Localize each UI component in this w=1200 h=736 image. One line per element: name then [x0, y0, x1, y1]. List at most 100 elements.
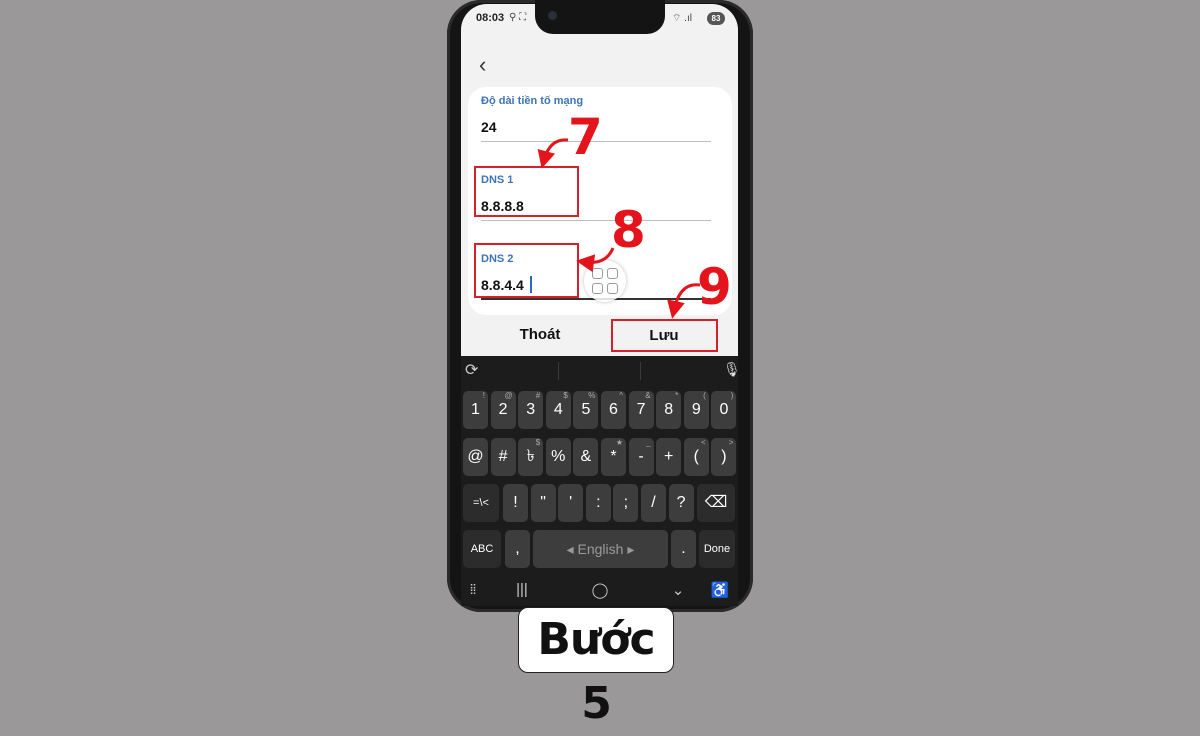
cancel-button[interactable]: Thoát — [505, 326, 575, 343]
symbol-key-2-label: ৳ — [526, 448, 535, 465]
key-8-label: 9 — [691, 401, 701, 418]
done-key-label: Done — [703, 543, 731, 555]
key-7-secondary: * — [675, 391, 679, 400]
key-5-secondary: ^ — [619, 391, 623, 400]
symbol-key-r3-3-label: ' — [569, 494, 573, 511]
suggestion-divider — [640, 362, 641, 380]
key-2[interactable]: 3 # — [518, 391, 544, 429]
keyboard-switch-icon[interactable]: ⟳ — [465, 360, 478, 380]
symbol-key-0[interactable]: @ — [463, 438, 488, 476]
symbol-key-r3-7-label: ? — [676, 494, 686, 511]
symbol-key-8-label: ( — [693, 448, 699, 465]
keyboard-grid-icon[interactable]: ⣿ — [463, 584, 483, 595]
microphone-icon[interactable]: 🎙 — [723, 361, 741, 378]
backspace-key[interactable]: ⌫ — [697, 484, 735, 522]
space-key[interactable]: ◂ English ▸ — [533, 530, 668, 568]
key-4-secondary: % — [588, 391, 596, 400]
step-7-number: 7 — [568, 108, 603, 166]
key-0[interactable]: 1! — [463, 391, 488, 429]
step-9-number: 9 — [697, 258, 732, 316]
comma-key-label: , — [515, 540, 520, 557]
dns2-input[interactable]: 8.8.4.4 — [481, 277, 524, 293]
key-1-label: 2 — [498, 401, 508, 418]
key-7-label: 8 — [664, 401, 674, 418]
dns1-input[interactable]: 8.8.8.8 — [481, 198, 524, 214]
battery-icon: 83 — [707, 12, 725, 25]
symbol-key-r3-3[interactable]: ' — [558, 484, 584, 522]
symbol-key-1-label: # — [498, 448, 508, 465]
key-5-label: 6 — [609, 401, 618, 418]
key-9-label: 0 — [719, 401, 729, 418]
front-camera — [548, 11, 557, 20]
symbol-key-r3-2-label: " — [540, 494, 546, 511]
status-signal-icons: ⌔ .ıl — [672, 13, 692, 24]
back-arrow-icon[interactable]: ‹ — [479, 52, 486, 78]
symbol-key-r3-4[interactable]: : — [585, 484, 611, 522]
key-6-label: 7 — [636, 401, 646, 418]
symbol-key-3[interactable]: % — [545, 438, 571, 476]
symbol-key-9-label: ) — [721, 448, 727, 465]
symbol-key-r3-6[interactable]: / — [641, 484, 666, 522]
more-symbols-key[interactable]: =\< — [463, 484, 499, 522]
suggestion-divider — [558, 362, 559, 380]
key-9-secondary: ) — [730, 391, 734, 400]
symbol-key-9[interactable]: ) > — [711, 438, 737, 476]
comma-key[interactable]: , — [505, 530, 530, 568]
symbol-key-r3-6-label: / — [651, 494, 656, 511]
back-chevron-icon[interactable]: ⌄ — [668, 581, 688, 599]
symbol-key-r3-5[interactable]: ; — [613, 484, 639, 522]
symbol-key-7[interactable]: + — [656, 438, 682, 476]
symbol-key-r3-1-label: ! — [513, 494, 518, 511]
home-icon[interactable]: ◯ — [590, 581, 610, 599]
key-1[interactable]: 2 @ — [490, 391, 516, 429]
done-key[interactable]: Done — [699, 530, 735, 568]
period-key-label: . — [681, 540, 686, 557]
prefix-length-input[interactable]: 24 — [481, 119, 497, 135]
symbol-key-4[interactable]: & — [573, 438, 599, 476]
key-3[interactable]: 4 $ — [545, 391, 571, 429]
symbol-key-5[interactable]: * ★ — [601, 438, 626, 476]
dns1-label: DNS 1 — [481, 174, 514, 186]
symbol-key-3-label: % — [551, 448, 566, 465]
save-button[interactable]: Lưu — [620, 327, 708, 344]
key-7[interactable]: 8 * — [656, 391, 682, 429]
abc-key-label: ABC — [470, 543, 494, 555]
backspace-key-label: ⌫ — [704, 494, 728, 511]
symbol-key-r3-2[interactable]: " — [530, 484, 556, 522]
key-8[interactable]: 9( — [683, 391, 709, 429]
symbol-key-5-secondary: ★ — [615, 438, 623, 447]
floating-apps-button[interactable] — [584, 260, 626, 302]
symbol-key-1[interactable]: # — [490, 438, 516, 476]
key-4-label: 5 — [581, 401, 591, 418]
symbol-key-2[interactable]: ৳ $ — [518, 438, 544, 476]
status-time: 08:03 — [476, 12, 505, 24]
status-left-icons: ⚲ ⛶ — [509, 12, 527, 23]
key-2-secondary: # — [535, 391, 541, 400]
period-key[interactable]: . — [671, 530, 696, 568]
key-1-secondary: @ — [504, 391, 513, 400]
key-3-secondary: $ — [563, 391, 568, 400]
abc-key[interactable]: ABC — [463, 530, 501, 568]
symbol-key-9-secondary: > — [728, 438, 734, 447]
text-cursor — [530, 276, 532, 293]
key-4[interactable]: 5% — [573, 391, 599, 429]
symbol-key-r3-4-label: : — [596, 494, 601, 511]
key-6[interactable]: 7 & — [628, 391, 654, 429]
symbol-key-r3-1[interactable]: ! — [503, 484, 528, 522]
key-0-label: 1 — [471, 401, 480, 418]
symbol-key-r3-7[interactable]: ? — [668, 484, 694, 522]
key-8-secondary: ( — [703, 391, 706, 400]
accessibility-icon[interactable]: ♿ — [710, 581, 730, 599]
key-2-label: 3 — [526, 401, 536, 418]
key-9[interactable]: 0) — [711, 391, 737, 429]
key-3-label: 4 — [553, 401, 563, 418]
symbol-key-6[interactable]: - _ — [628, 438, 654, 476]
symbol-key-8[interactable]: (< — [683, 438, 709, 476]
key-5[interactable]: 6 ^ — [601, 391, 626, 429]
recent-apps-icon[interactable]: ||| — [512, 581, 532, 598]
key-0-secondary: ! — [482, 391, 485, 400]
symbol-key-4-label: & — [580, 448, 592, 465]
symbol-key-6-secondary: _ — [646, 438, 651, 447]
symbol-key-r3-5-label: ; — [623, 494, 629, 511]
space-key-label: ◂ English ▸ — [566, 541, 635, 557]
